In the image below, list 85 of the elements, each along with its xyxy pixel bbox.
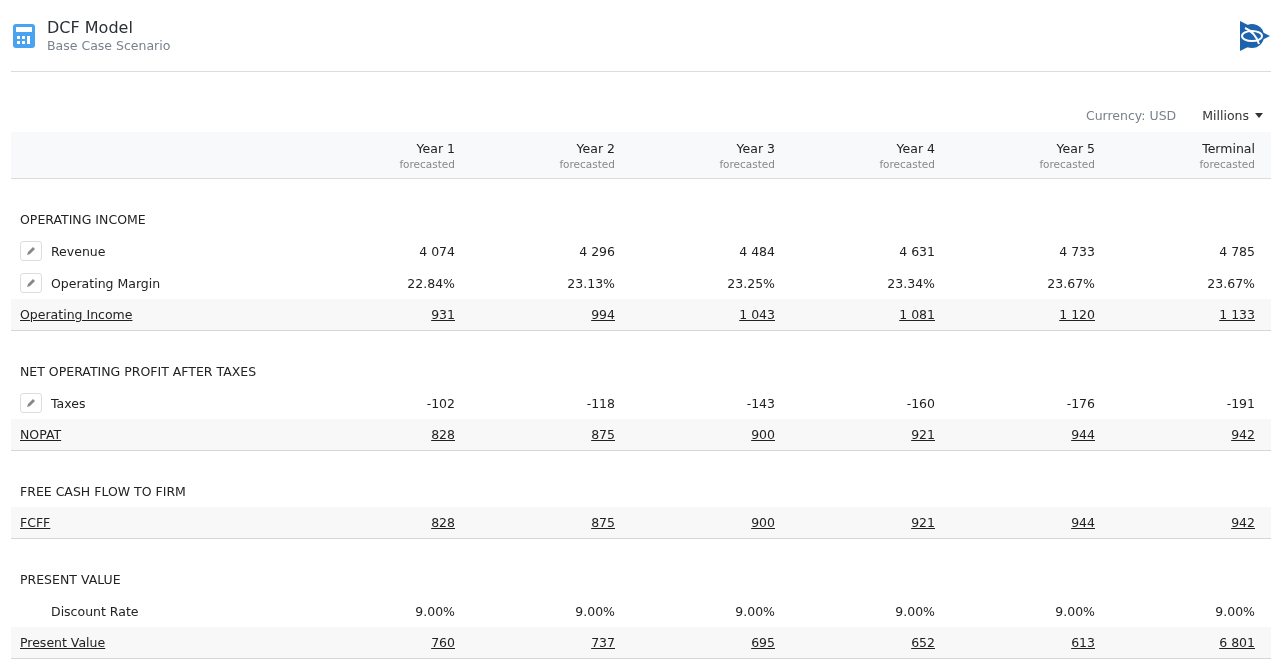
row-label: Taxes: [51, 395, 86, 411]
total-label[interactable]: Operating Income: [20, 307, 133, 322]
unit-dropdown[interactable]: Millions: [1202, 107, 1263, 123]
table-cell-text: 828: [430, 427, 456, 442]
pencil-icon: [26, 398, 36, 408]
table-cell-text: -160: [905, 395, 936, 411]
table-cell-text: -176: [1065, 395, 1096, 411]
column-subheader: forecasted: [719, 157, 775, 170]
table-cell-text: 760: [430, 635, 456, 650]
page-subtitle: Base Case Scenario: [47, 38, 171, 53]
column-header: Year 4: [896, 140, 935, 156]
table-cell-text: 931: [430, 307, 456, 322]
table-cell-text: 22.84%: [406, 275, 456, 291]
row-label: Revenue: [51, 243, 106, 259]
table-cell-text: 23.25%: [726, 275, 776, 291]
table-cell-text: 1 133: [1218, 307, 1256, 322]
edit-button[interactable]: [20, 273, 42, 293]
table-cell-text: 613: [1070, 635, 1096, 650]
table-cell-text: 944: [1070, 515, 1096, 530]
page-title: DCF Model: [47, 18, 134, 37]
table-cell-text: 23.67%: [1206, 275, 1256, 291]
section-title: PRESENT VALUE: [19, 570, 122, 589]
column-subheader: forecasted: [559, 157, 615, 170]
table-cell-text: 695: [750, 635, 776, 650]
table-cell-text: 6 801: [1218, 635, 1256, 650]
table-cell-text: 4 631: [898, 243, 936, 259]
table-cell-text: 9.00%: [414, 603, 456, 619]
table-cell-text: 4 074: [418, 243, 456, 259]
table-cell-text: 900: [750, 427, 776, 442]
section-title: NET OPERATING PROFIT AFTER TAXES: [19, 362, 258, 381]
table-cell-text: 1 043: [738, 307, 776, 322]
pencil-icon: [26, 246, 36, 256]
table-cell-text: 921: [910, 515, 936, 530]
column-header: Terminal: [1202, 140, 1255, 156]
column-header: Year 3: [736, 140, 775, 156]
table-cell-text: 652: [910, 635, 936, 650]
table-cell-text: 4 484: [738, 243, 776, 259]
table-cell-text: 942: [1230, 515, 1256, 530]
edit-button[interactable]: [20, 393, 42, 413]
table-cell-text: 9.00%: [894, 603, 936, 619]
currency-label: Currency: USD: [1085, 107, 1177, 123]
section-title: FREE CASH FLOW TO FIRM: [19, 482, 187, 501]
pencil-icon: [26, 278, 36, 288]
table-cell-text: 737: [590, 635, 616, 650]
total-label[interactable]: FCFF: [20, 515, 51, 530]
table-cell-text: 23.13%: [566, 275, 616, 291]
table-cell-text: -102: [425, 395, 456, 411]
column-header: Year 5: [1056, 140, 1095, 156]
globe-logo: [1237, 19, 1271, 52]
total-label[interactable]: NOPAT: [20, 427, 62, 442]
table-cell-text: 875: [590, 515, 616, 530]
table-cell-text: 994: [590, 307, 616, 322]
table-cell-text: 875: [590, 427, 616, 442]
table-cell-text: 942: [1230, 427, 1256, 442]
table-cell-text: 944: [1070, 427, 1096, 442]
row-label: Discount Rate: [51, 603, 139, 619]
total-label[interactable]: Present Value: [20, 635, 106, 650]
table-cell-text: 1 120: [1058, 307, 1096, 322]
table-cell-text: -191: [1225, 395, 1256, 411]
table-cell-text: 9.00%: [1054, 603, 1096, 619]
column-subheader: forecasted: [1199, 157, 1255, 170]
table-cell-text: -143: [745, 395, 776, 411]
table-cell-text: 9.00%: [734, 603, 776, 619]
table-cell-text: 9.00%: [574, 603, 616, 619]
column-subheader: forecasted: [879, 157, 935, 170]
column-header: Year 2: [576, 140, 615, 156]
table-cell-text: 23.67%: [1046, 275, 1096, 291]
caret-icon: [1255, 112, 1263, 118]
table-cell-text: 4 785: [1218, 243, 1256, 259]
section-title: OPERATING INCOME: [19, 210, 147, 229]
calculator-icon: [13, 23, 35, 48]
column-subheader: forecasted: [399, 157, 455, 170]
table-cell-text: 23.34%: [886, 275, 936, 291]
column-header: Year 1: [416, 140, 455, 156]
table-cell-text: 828: [430, 515, 456, 530]
table-cell-text: 921: [910, 427, 936, 442]
table-cell-text: 4 296: [578, 243, 616, 259]
row-label: Operating Margin: [51, 275, 161, 291]
table-cell-text: -118: [585, 395, 616, 411]
table-cell-text: 4 733: [1058, 243, 1096, 259]
edit-button[interactable]: [20, 241, 42, 261]
table-cell-text: 1 081: [898, 307, 936, 322]
table-cell-text: 9.00%: [1214, 603, 1256, 619]
column-subheader: forecasted: [1039, 157, 1095, 170]
table-cell-text: 900: [750, 515, 776, 530]
